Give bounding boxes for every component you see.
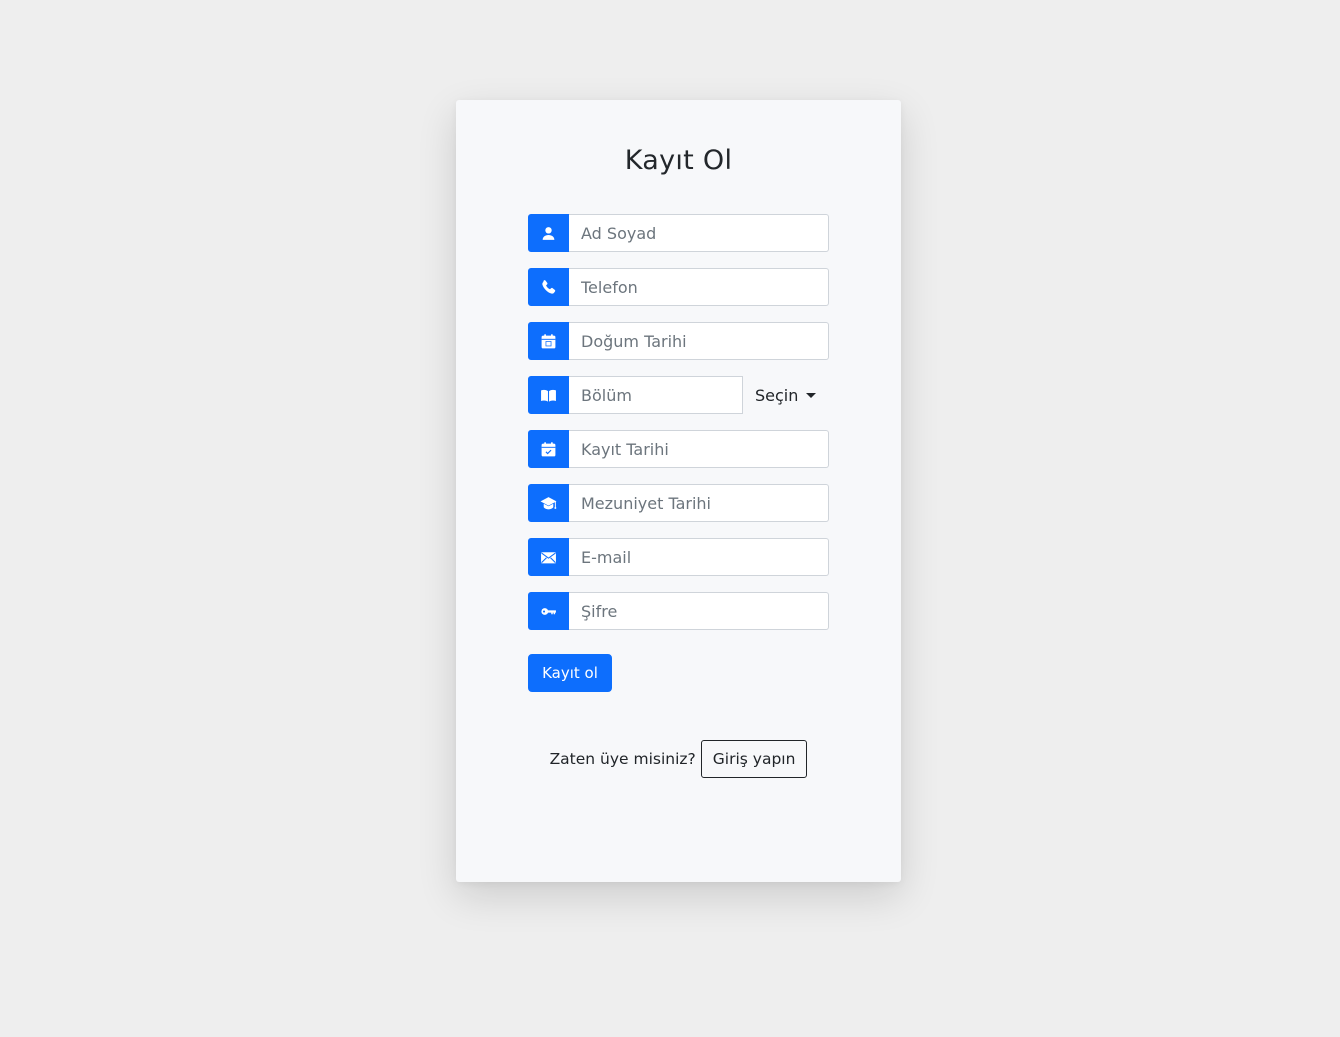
department-dropdown-label: Seçin <box>755 385 799 405</box>
email-group <box>528 538 829 576</box>
person-icon <box>528 214 569 252</box>
email-input[interactable] <box>569 538 829 576</box>
registration-date-group <box>528 430 829 468</box>
already-member-text: Zaten üye misiniz? <box>549 750 696 768</box>
full-name-group <box>528 214 829 252</box>
phone-icon <box>528 268 569 306</box>
phone-group <box>528 268 829 306</box>
login-prompt: Zaten üye misiniz? Giriş yapın <box>456 740 901 778</box>
department-dropdown[interactable]: Seçin <box>743 376 817 414</box>
department-group: Seçin <box>528 376 829 414</box>
graduation-date-input[interactable] <box>569 484 829 522</box>
register-button[interactable]: Kayıt ol <box>528 654 612 692</box>
registration-date-input[interactable] <box>569 430 829 468</box>
graduation-date-group <box>528 484 829 522</box>
envelope-icon <box>528 538 569 576</box>
graduation-cap-icon <box>528 484 569 522</box>
password-input[interactable] <box>569 592 829 630</box>
birth-date-input[interactable] <box>569 322 829 360</box>
birth-date-group <box>528 322 829 360</box>
calendar-icon <box>528 322 569 360</box>
password-group <box>528 592 829 630</box>
page-title: Kayıt Ol <box>624 145 733 176</box>
book-icon <box>528 376 569 414</box>
key-icon <box>528 592 569 630</box>
full-name-input[interactable] <box>569 214 829 252</box>
caret-down-icon <box>806 393 817 398</box>
login-button[interactable]: Giriş yapın <box>700 740 808 778</box>
calendar-check-icon <box>528 430 569 468</box>
register-card: Kayıt Ol Seçin <box>456 100 901 882</box>
department-input[interactable] <box>569 376 743 414</box>
phone-input[interactable] <box>569 268 829 306</box>
